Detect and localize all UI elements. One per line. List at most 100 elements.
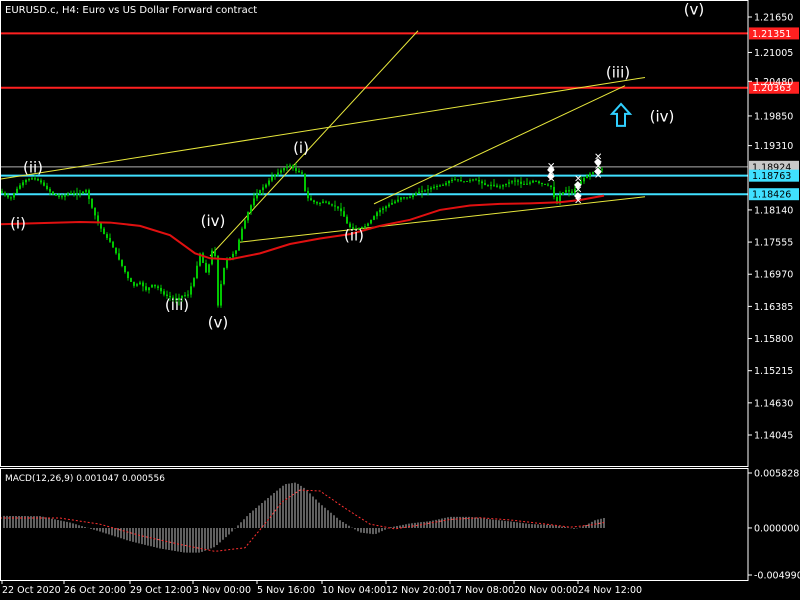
candle-body	[346, 216, 348, 224]
candle-body	[487, 185, 489, 187]
candle-body	[442, 184, 444, 186]
wave-label: (iii)	[606, 63, 630, 81]
candle-body	[163, 291, 165, 295]
candle-body	[37, 178, 39, 181]
candle-body	[499, 186, 501, 188]
wave-label: (iii)	[165, 296, 189, 314]
candle-body	[13, 193, 15, 198]
price-tag-label: 1.21351	[752, 29, 791, 40]
signal-arrow-icon: ✕	[574, 196, 582, 207]
candle-body	[571, 191, 573, 193]
candle-body	[565, 190, 567, 193]
candle-body	[391, 202, 393, 205]
candle-body	[247, 212, 249, 221]
candle-body	[418, 191, 420, 194]
candle-body	[334, 205, 336, 207]
candle-body	[427, 189, 429, 191]
candle-body	[373, 216, 375, 220]
candle-body	[271, 176, 273, 181]
candle-body	[40, 180, 42, 183]
candle-body	[301, 172, 303, 174]
wave-label: (iv)	[201, 212, 226, 230]
candle-body	[112, 241, 114, 248]
wave-label: (i)	[10, 215, 26, 233]
candle-body	[274, 174, 276, 177]
candle-body	[238, 239, 240, 251]
candle-body	[529, 182, 531, 184]
candle-body	[304, 173, 306, 191]
candle-body	[517, 180, 519, 182]
time-tick-label: 22 Oct 2020	[2, 585, 61, 596]
candle-body	[127, 272, 129, 279]
price-chart[interactable]: ✕◆✕◆✕ ✕◆✕◆✕✕◆✕◆✕(i)(ii)(iii)(iv)(v)(i)(ii…	[0, 0, 800, 600]
candle-body	[313, 200, 315, 203]
candle-body	[268, 180, 270, 185]
candle-body	[466, 180, 468, 182]
candle-body	[589, 173, 591, 176]
candle-body	[568, 190, 570, 192]
candle-body	[196, 265, 198, 279]
candle-body	[454, 179, 456, 181]
wave-label: (v)	[208, 314, 229, 332]
candle-body	[31, 178, 33, 180]
candle-body	[4, 192, 6, 196]
price-tick-label: 1.15800	[754, 334, 793, 345]
candle-body	[64, 195, 66, 197]
candle-body	[205, 262, 207, 273]
wave-label: (iv)	[650, 107, 675, 125]
candle-body	[139, 282, 141, 285]
candle-body	[394, 201, 396, 203]
candle-body	[154, 284, 156, 287]
candle-body	[535, 180, 537, 182]
candle-body	[193, 278, 195, 287]
candle-body	[478, 180, 480, 182]
candle-body	[511, 181, 513, 183]
candle-body	[157, 286, 159, 288]
candle-body	[295, 168, 297, 171]
candle-body	[544, 183, 546, 185]
candle-body	[481, 181, 483, 184]
candle-body	[79, 193, 81, 195]
candle-body	[133, 281, 135, 286]
candle-body	[433, 186, 435, 188]
candle-body	[562, 192, 564, 195]
candle-body	[457, 179, 459, 181]
candle-body	[406, 197, 408, 199]
candle-body	[52, 191, 54, 195]
candle-body	[331, 204, 333, 206]
candle-body	[43, 182, 45, 186]
candle-body	[460, 180, 462, 182]
time-tick-label: 5 Nov 16:00	[257, 585, 315, 596]
candle-body	[583, 178, 585, 182]
candle-body	[58, 195, 60, 197]
time-tick-label: 17 Nov 08:00	[450, 585, 514, 596]
candle-body	[253, 198, 255, 206]
candle-body	[439, 185, 441, 187]
candle-body	[505, 183, 507, 186]
time-tick-label: 3 Nov 00:00	[193, 585, 251, 596]
candle-body	[7, 195, 9, 198]
candle-body	[28, 179, 30, 181]
price-tick-label: 1.14045	[754, 431, 793, 442]
candle-body	[217, 256, 219, 306]
candle-body	[586, 175, 588, 179]
candle-body	[109, 237, 111, 242]
candle-body	[121, 259, 123, 266]
candle-body	[1, 191, 3, 193]
candle-body	[145, 286, 147, 291]
candle-body	[475, 179, 477, 181]
candle-body	[370, 219, 372, 224]
price-tick-label: 1.15215	[754, 366, 793, 377]
price-tick-label: 1.19310	[754, 141, 793, 152]
candle-body	[415, 193, 417, 196]
candle-body	[151, 284, 153, 288]
candle-body	[241, 228, 243, 240]
macd-tick-label: 0.005828	[754, 469, 799, 480]
candle-body	[514, 180, 516, 182]
candle-body	[73, 193, 75, 195]
price-tag-label: 1.18763	[752, 171, 791, 182]
candle-body	[376, 212, 378, 217]
candle-body	[250, 205, 252, 213]
candle-body	[46, 185, 48, 190]
candle-body	[220, 284, 222, 306]
